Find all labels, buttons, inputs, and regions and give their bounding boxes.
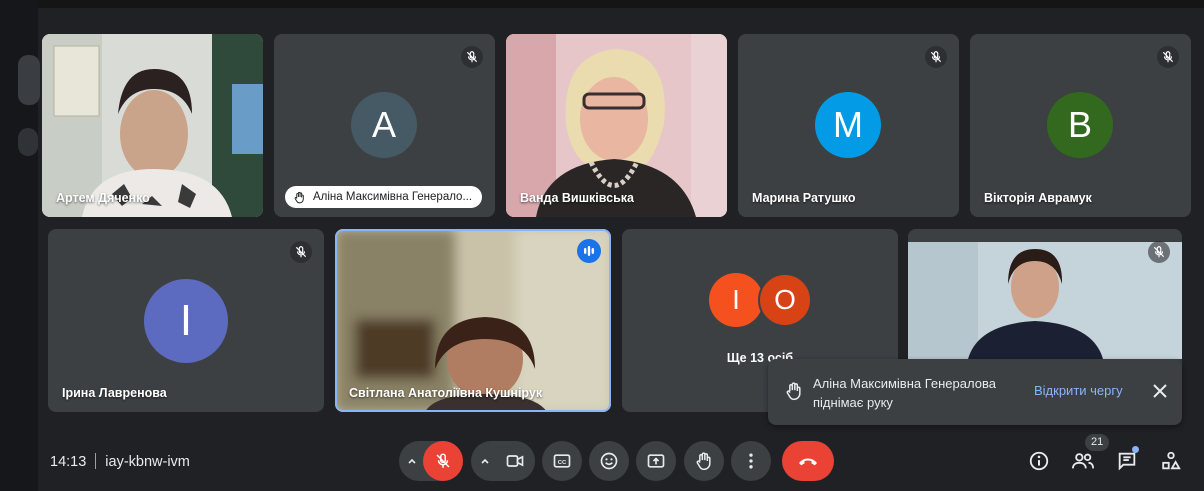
end-call-button[interactable] <box>782 441 834 481</box>
participant-name: Ванда Вишківська <box>520 191 634 205</box>
hand-icon <box>784 381 804 406</box>
raise-hand-button[interactable] <box>684 441 724 481</box>
participant-name: Ірина Лавренова <box>62 386 167 400</box>
raised-hand-pill: Аліна Максимівна Генерало... <box>285 186 483 208</box>
participant-video <box>506 34 727 217</box>
notification-name: Аліна Максимівна Генералова <box>813 376 996 391</box>
meeting-details-info-icon[interactable] <box>1025 447 1053 475</box>
mic-off-icon <box>1157 46 1179 68</box>
participant-tile-speaking[interactable]: Світлана Анатоліївна Кушнірук <box>335 229 611 412</box>
svg-text:CC: CC <box>558 460 567 466</box>
participant-name: Вікторія Аврамук <box>984 191 1092 205</box>
mic-off-icon <box>290 241 312 263</box>
participant-tile[interactable]: B Вікторія Аврамук <box>970 34 1191 217</box>
meeting-code: iay-kbnw-ivm <box>105 454 190 470</box>
more-options-button[interactable] <box>731 441 771 481</box>
participant-tile[interactable]: Ванда Вишківська <box>506 34 727 217</box>
participant-avatar: O <box>758 273 812 327</box>
participant-name: Артем Дяченко <box>56 191 150 205</box>
mic-off-icon <box>925 46 947 68</box>
participant-name: Марина Ратушко <box>752 191 856 205</box>
raised-hand-name: Аліна Максимівна Генерало... <box>313 191 473 203</box>
close-icon[interactable] <box>1150 381 1170 401</box>
camera-button[interactable] <box>495 441 535 481</box>
participant-avatar: I <box>709 273 763 327</box>
speaking-indicator-icon <box>577 239 601 263</box>
chat-icon[interactable] <box>1113 447 1141 475</box>
participant-name: Світлана Анатоліївна Кушнірук <box>349 386 543 400</box>
side-panel-shape <box>18 128 38 156</box>
raised-hand-notification: Аліна Максимівна Генералова піднімає рук… <box>768 359 1182 425</box>
hand-icon <box>291 189 307 205</box>
activities-icon[interactable] <box>1157 447 1185 475</box>
side-panel-edge <box>0 0 40 491</box>
participant-tile[interactable]: Артем Дяченко <box>42 34 263 217</box>
notification-text: Аліна Максимівна Генералова піднімає рук… <box>813 374 996 412</box>
participant-avatar: B <box>1047 92 1113 158</box>
participant-tile[interactable]: A Аліна Максимівна Генерало... <box>274 34 495 217</box>
side-panel-shape <box>18 55 40 105</box>
present-screen-button[interactable] <box>636 441 676 481</box>
meeting-info: 14:13 iay-kbnw-ivm <box>50 453 190 470</box>
open-queue-link[interactable]: Відкрити чергу <box>1034 383 1123 398</box>
notification-action-text: піднімає руку <box>813 395 893 410</box>
participant-avatar: I <box>144 279 228 363</box>
participant-video <box>42 34 263 217</box>
captions-button[interactable]: CC <box>542 441 582 481</box>
mic-off-button[interactable] <box>423 441 463 481</box>
participant-tile[interactable]: M Марина Ратушко <box>738 34 959 217</box>
control-bar: 14:13 iay-kbnw-ivm CC 21 <box>38 432 1204 491</box>
emoji-reactions-button[interactable] <box>589 441 629 481</box>
audio-options-chevron-icon[interactable] <box>405 454 419 468</box>
video-options-chevron-icon[interactable] <box>478 454 492 468</box>
participant-tile[interactable]: I Ірина Лавренова <box>48 229 324 412</box>
speaking-outline <box>335 229 611 412</box>
participant-avatar: M <box>815 92 881 158</box>
mic-off-icon <box>1148 241 1170 263</box>
mic-off-icon <box>461 46 483 68</box>
participant-avatar: A <box>351 92 417 158</box>
people-icon[interactable] <box>1069 447 1097 475</box>
divider <box>95 453 97 469</box>
top-strip <box>38 0 1204 8</box>
clock: 14:13 <box>50 454 87 470</box>
